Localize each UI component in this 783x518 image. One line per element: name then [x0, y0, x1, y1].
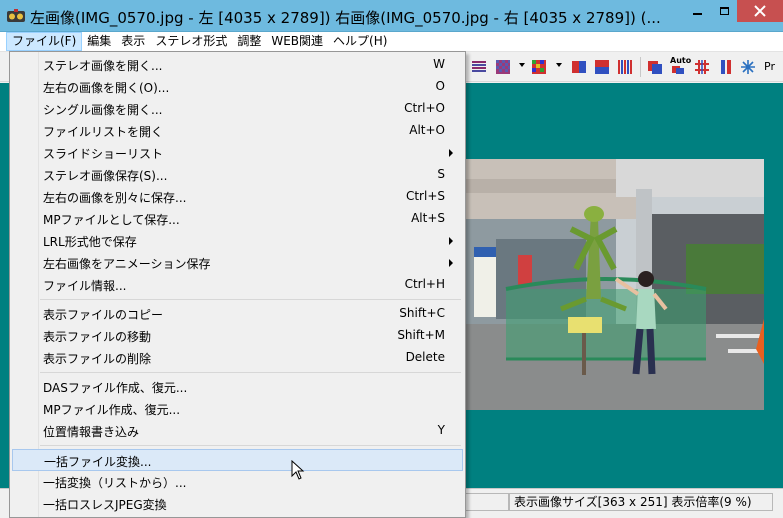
menu-item-shortcut: Alt+O	[409, 123, 445, 137]
chevron-down-icon[interactable]	[519, 63, 525, 67]
menu-item-label: スライドショーリスト	[43, 147, 164, 161]
snowflake-icon[interactable]	[740, 59, 756, 75]
menu-item-save-separately[interactable]: 左右の画像を別々に保存... Ctrl+S	[12, 186, 463, 208]
menu-item-save-stereo[interactable]: ステレオ画像保存(S)... S	[12, 164, 463, 186]
menu-item-label: シングル画像を開く...	[43, 103, 163, 117]
chevron-down-icon[interactable]	[556, 63, 562, 67]
toolbar-partial-label: Pr	[764, 60, 775, 73]
menu-item-label: 一括ファイル変換...	[44, 455, 152, 469]
menu-separator	[40, 299, 461, 300]
menu-item-label: 左右の画像を別々に保存...	[43, 191, 187, 205]
menu-item-slideshow-list[interactable]: スライドショーリスト	[12, 142, 463, 164]
menu-item-shortcut: Shift+C	[399, 306, 445, 320]
overlap-icon[interactable]	[647, 59, 663, 75]
menu-item-save-lrl[interactable]: LRL形式他で保存	[12, 230, 463, 252]
checker-icon[interactable]	[495, 59, 511, 75]
menu-item-write-location[interactable]: 位置情報書き込み Y	[12, 420, 463, 442]
menu-item-label: 一括ロスレスJPEG変換	[43, 498, 167, 512]
menu-item-label: 位置情報書き込み	[43, 425, 140, 439]
menu-item-file-info[interactable]: ファイル情報... Ctrl+H	[12, 274, 463, 296]
menu-item-open-stereo[interactable]: ステレオ画像を開く... W	[12, 54, 463, 76]
menu-item-open-single[interactable]: シングル画像を開く... Ctrl+O	[12, 98, 463, 120]
menu-item-label: 表示ファイルの移動	[43, 330, 152, 344]
menu-view[interactable]: 表示	[116, 32, 150, 51]
menu-item-shortcut: Ctrl+S	[405, 189, 445, 203]
color-checker-icon[interactable]	[531, 59, 547, 75]
menu-item-shortcut: O	[435, 79, 445, 93]
close-icon	[754, 5, 766, 17]
menu-item-batch-convert[interactable]: 一括ファイル変換...	[12, 449, 463, 471]
photo-scene	[466, 159, 764, 410]
grid-icon[interactable]	[694, 59, 710, 75]
menu-item-label: MPファイル作成、復元...	[43, 403, 181, 417]
maximize-button[interactable]	[711, 0, 737, 22]
mouse-cursor-icon	[291, 460, 305, 480]
menu-separator	[40, 372, 461, 373]
vertical-bars-icon[interactable]	[718, 59, 734, 75]
maximize-icon	[719, 7, 729, 15]
menu-item-label: 左右画像をアニメーション保存	[43, 257, 211, 271]
menu-item-label: ファイルリストを開く	[43, 125, 164, 139]
menu-item-shortcut: Delete	[405, 350, 445, 364]
menu-item-shortcut: Ctrl+H	[404, 277, 445, 291]
menu-item-label: 左右の画像を開く(O)...	[43, 81, 170, 95]
menu-item-open-file-list[interactable]: ファイルリストを開く Alt+O	[12, 120, 463, 142]
menu-item-save-animation[interactable]: 左右画像をアニメーション保存	[12, 252, 463, 274]
menu-item-label: ステレオ画像を開く...	[43, 59, 163, 73]
menu-item-label: MPファイルとして保存...	[43, 213, 180, 227]
menu-item-label: 表示ファイルの削除	[43, 352, 152, 366]
menu-item-copy-file[interactable]: 表示ファイルのコピー Shift+C	[12, 303, 463, 325]
row-interlace-icon[interactable]	[471, 59, 487, 75]
menu-item-mp-file[interactable]: MPファイル作成、復元...	[12, 398, 463, 420]
menu-item-das-file[interactable]: DASファイル作成、復元...	[12, 376, 463, 398]
menu-stereo-format[interactable]: ステレオ形式	[150, 32, 232, 51]
menu-item-label: 一括変換（リストから）...	[43, 476, 187, 490]
menu-item-delete-file[interactable]: 表示ファイルの削除 Delete	[12, 347, 463, 369]
menu-item-label: 表示ファイルのコピー	[43, 308, 164, 322]
menu-file[interactable]: ファイル(F)	[6, 32, 83, 51]
menu-item-shortcut: Y	[437, 423, 445, 437]
menu-item-label: DASファイル作成、復元...	[43, 381, 188, 395]
menu-item-batch-convert-list[interactable]: 一括変換（リストから）...	[12, 471, 463, 493]
file-menu-dropdown: ステレオ画像を開く... W 左右の画像を開く(O)... O シングル画像を開…	[9, 51, 466, 518]
menu-web[interactable]: WEB関連	[266, 32, 328, 51]
menu-help[interactable]: ヘルプ(H)	[328, 32, 392, 51]
menu-item-shortcut: Shift+M	[397, 328, 445, 342]
side-by-side-icon[interactable]	[571, 59, 587, 75]
minimize-icon	[693, 13, 702, 15]
window-title: 左画像(IMG_0570.jpg - 左 [4035 x 2789]) 右画像(…	[30, 9, 661, 27]
menu-item-label: ステレオ画像保存(S)...	[43, 169, 168, 183]
minimize-button[interactable]	[684, 0, 711, 22]
auto-align-icon[interactable]	[670, 59, 686, 75]
menu-item-shortcut: S	[437, 167, 445, 181]
menu-item-shortcut: Alt+S	[411, 211, 445, 225]
menu-item-label: LRL形式他で保存	[43, 235, 137, 249]
menu-item-move-file[interactable]: 表示ファイルの移動 Shift+M	[12, 325, 463, 347]
menubar: ファイル(F) 編集 表示 ステレオ形式 調整 WEB関連 ヘルプ(H)	[0, 32, 783, 52]
menu-adjust[interactable]: 調整	[232, 32, 266, 51]
status-display-info: 表示画像サイズ[363 x 251] 表示倍率(9 %)	[509, 493, 773, 511]
menu-item-shortcut: W	[433, 57, 445, 71]
column-interlace-icon[interactable]	[617, 59, 633, 75]
menu-item-batch-lossless-jpeg[interactable]: 一括ロスレスJPEG変換	[12, 493, 463, 515]
stereo-photo	[466, 159, 764, 410]
submenu-arrow-icon	[449, 259, 453, 267]
close-button[interactable]	[737, 0, 783, 22]
menu-item-shortcut: Ctrl+O	[404, 101, 445, 115]
menu-edit[interactable]: 編集	[82, 32, 116, 51]
submenu-arrow-icon	[449, 149, 453, 157]
submenu-arrow-icon	[449, 237, 453, 245]
menu-item-save-mp[interactable]: MPファイルとして保存... Alt+S	[12, 208, 463, 230]
top-bottom-icon[interactable]	[594, 59, 610, 75]
menu-separator	[40, 445, 461, 446]
title-bar: 左画像(IMG_0570.jpg - 左 [4035 x 2789]) 右画像(…	[0, 0, 783, 32]
menu-item-label: ファイル情報...	[43, 279, 127, 293]
menu-item-open-left-right[interactable]: 左右の画像を開く(O)... O	[12, 76, 463, 98]
toolbar-separator	[640, 57, 641, 77]
app-icon[interactable]	[6, 7, 26, 25]
